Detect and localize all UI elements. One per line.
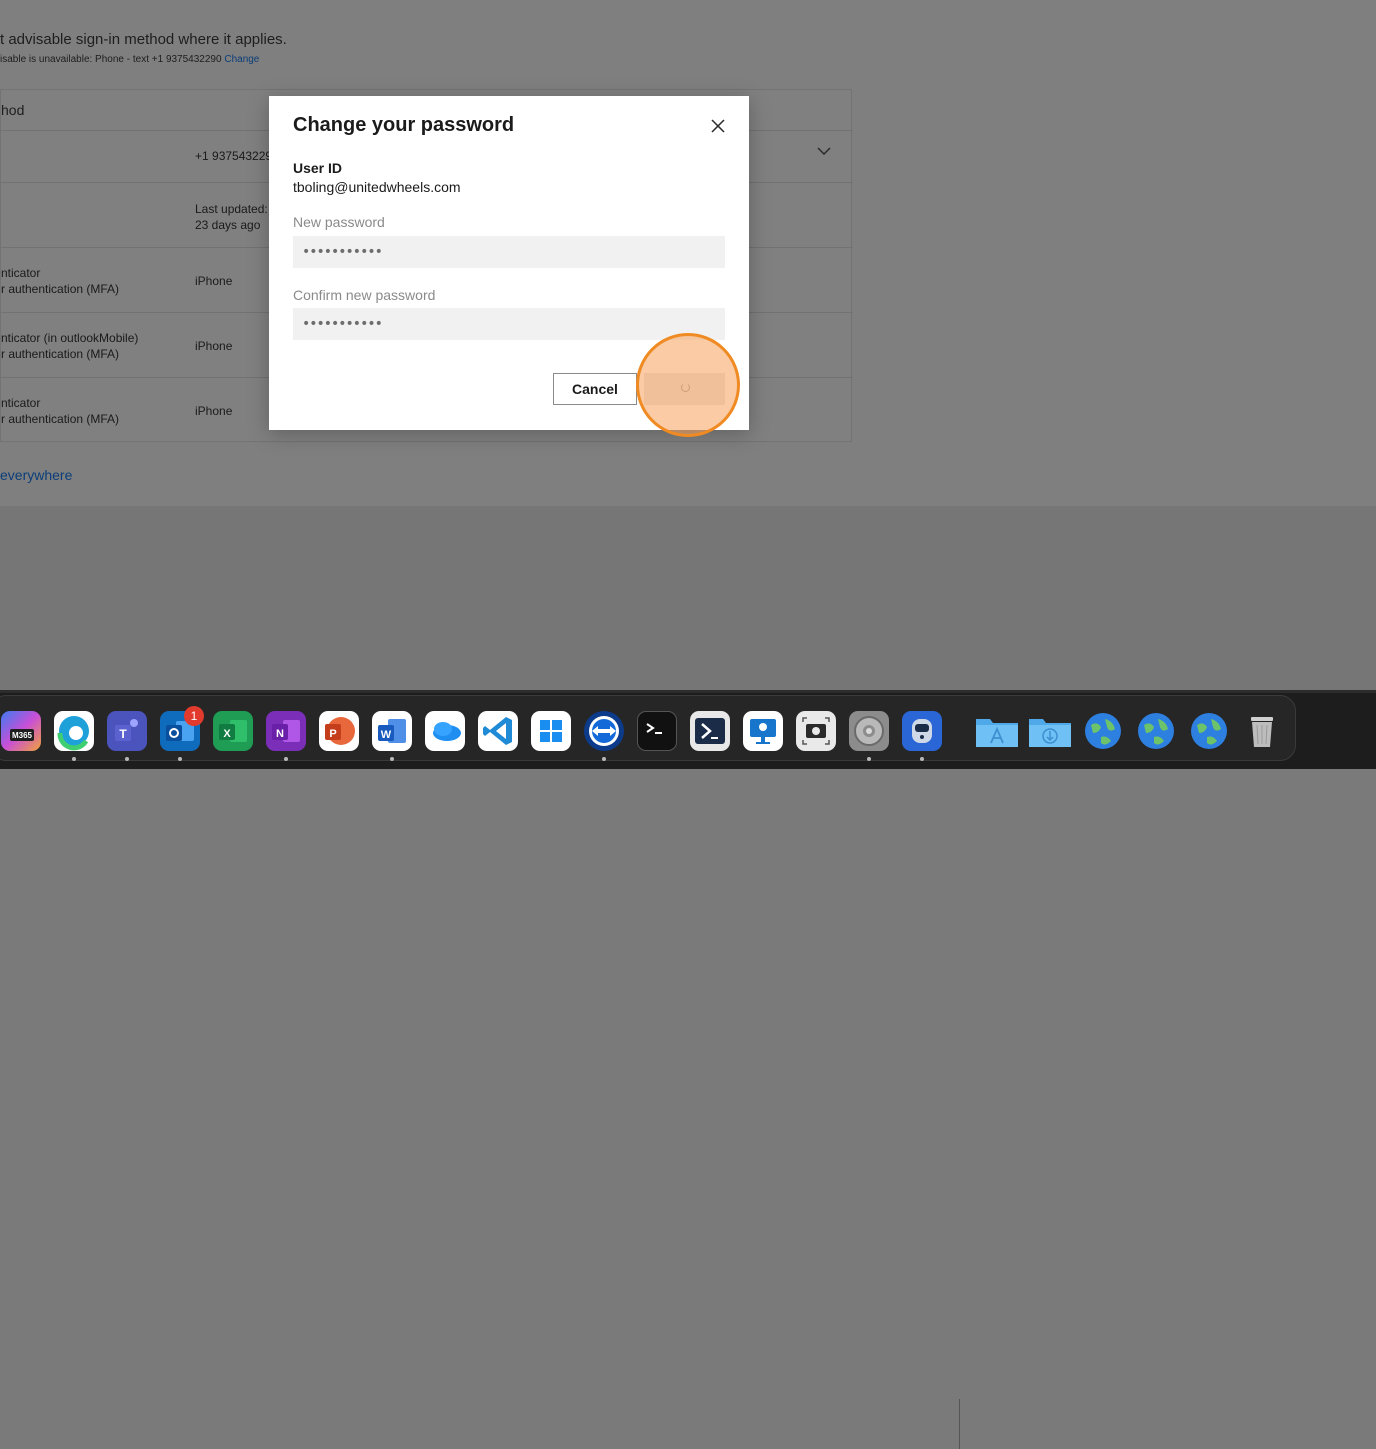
svg-text:N: N [276,728,284,740]
chevron-down-icon[interactable] [817,147,831,155]
globe-icon-2[interactable] [1136,711,1176,751]
applications-folder-icon[interactable] [974,711,1020,751]
confirm-password-label: Confirm new password [293,287,436,303]
running-indicator [178,757,182,761]
onedrive-icon[interactable] [425,711,465,751]
sign-out-everywhere-link[interactable]: everywhere [0,467,72,483]
user-id-value: tboling@unitedwheels.com [293,179,461,195]
screenshot-icon[interactable] [796,711,836,751]
close-icon[interactable] [709,117,727,135]
teams-icon[interactable]: T [107,711,147,751]
teamviewer-icon[interactable] [584,711,624,751]
powershell-icon[interactable] [690,711,730,751]
edge-icon[interactable] [54,711,94,751]
method-type: r authentication (MFA) [1,347,120,361]
remote-desktop-icon[interactable] [743,711,783,751]
page-backdrop [0,506,1376,691]
change-default-method-link[interactable]: Change [224,54,259,65]
method-column-header: hod [1,102,25,118]
method-type: r authentication (MFA) [1,412,120,426]
fallback-method-label: isable is unavailable: Phone - text +1 9… [0,54,222,65]
method-type: r authentication (MFA) [1,282,120,296]
user-id-label: User ID [293,160,343,176]
macos-dock: M365 T X N P W [0,693,1376,1449]
method-detail-secondary: 23 days ago [195,218,261,232]
method-name: nticator [1,266,41,280]
new-password-field[interactable] [293,236,725,268]
cancel-button[interactable]: Cancel [553,373,637,405]
new-password-label: New password [293,214,385,230]
m365-label: M365 [12,731,33,740]
running-indicator [125,757,129,761]
confirm-password-field[interactable] [293,308,725,340]
system-settings-icon[interactable] [849,711,889,751]
method-detail: iPhone [195,404,233,418]
dialog-title: Change your password [293,114,515,136]
downloads-folder-icon[interactable] [1027,711,1073,751]
svg-text:T: T [119,727,127,741]
m365-icon[interactable]: M365 [1,711,41,751]
globe-icon-1[interactable] [1083,711,1123,751]
powerpoint-icon[interactable]: P [319,711,359,751]
method-detail: Last updated: [195,202,268,216]
method-detail: iPhone [195,339,233,353]
svg-text:P: P [329,728,336,740]
windows-app-icon[interactable] [531,711,571,751]
method-name: nticator (in outlookMobile) [1,331,139,345]
running-indicator [284,757,288,761]
running-indicator [867,757,871,761]
running-indicator [390,757,394,761]
running-indicator [72,757,76,761]
word-icon[interactable]: W [372,711,412,751]
trash-icon[interactable] [1242,711,1282,751]
running-indicator [920,757,924,761]
running-indicator [602,757,606,761]
outlook-unread-badge: 1 [184,706,204,726]
method-detail: +1 937543229 [195,149,273,163]
vscode-icon[interactable] [478,711,518,751]
sign-in-method-text: t advisable sign-in method where it appl… [0,31,287,48]
method-detail: iPhone [195,274,233,288]
dock-separator [959,1399,960,1449]
method-name: nticator [1,396,41,410]
svg-text:X: X [223,728,231,740]
fallback-method-text: isable is unavailable: Phone - text +1 9… [0,54,259,65]
click-indicator [636,333,740,437]
excel-icon[interactable]: X [213,711,253,751]
globe-icon-3[interactable] [1189,711,1229,751]
onenote-icon[interactable]: N [266,711,306,751]
privileges-icon[interactable] [902,711,942,751]
terminal-icon[interactable] [637,711,677,751]
svg-text:W: W [381,729,392,741]
